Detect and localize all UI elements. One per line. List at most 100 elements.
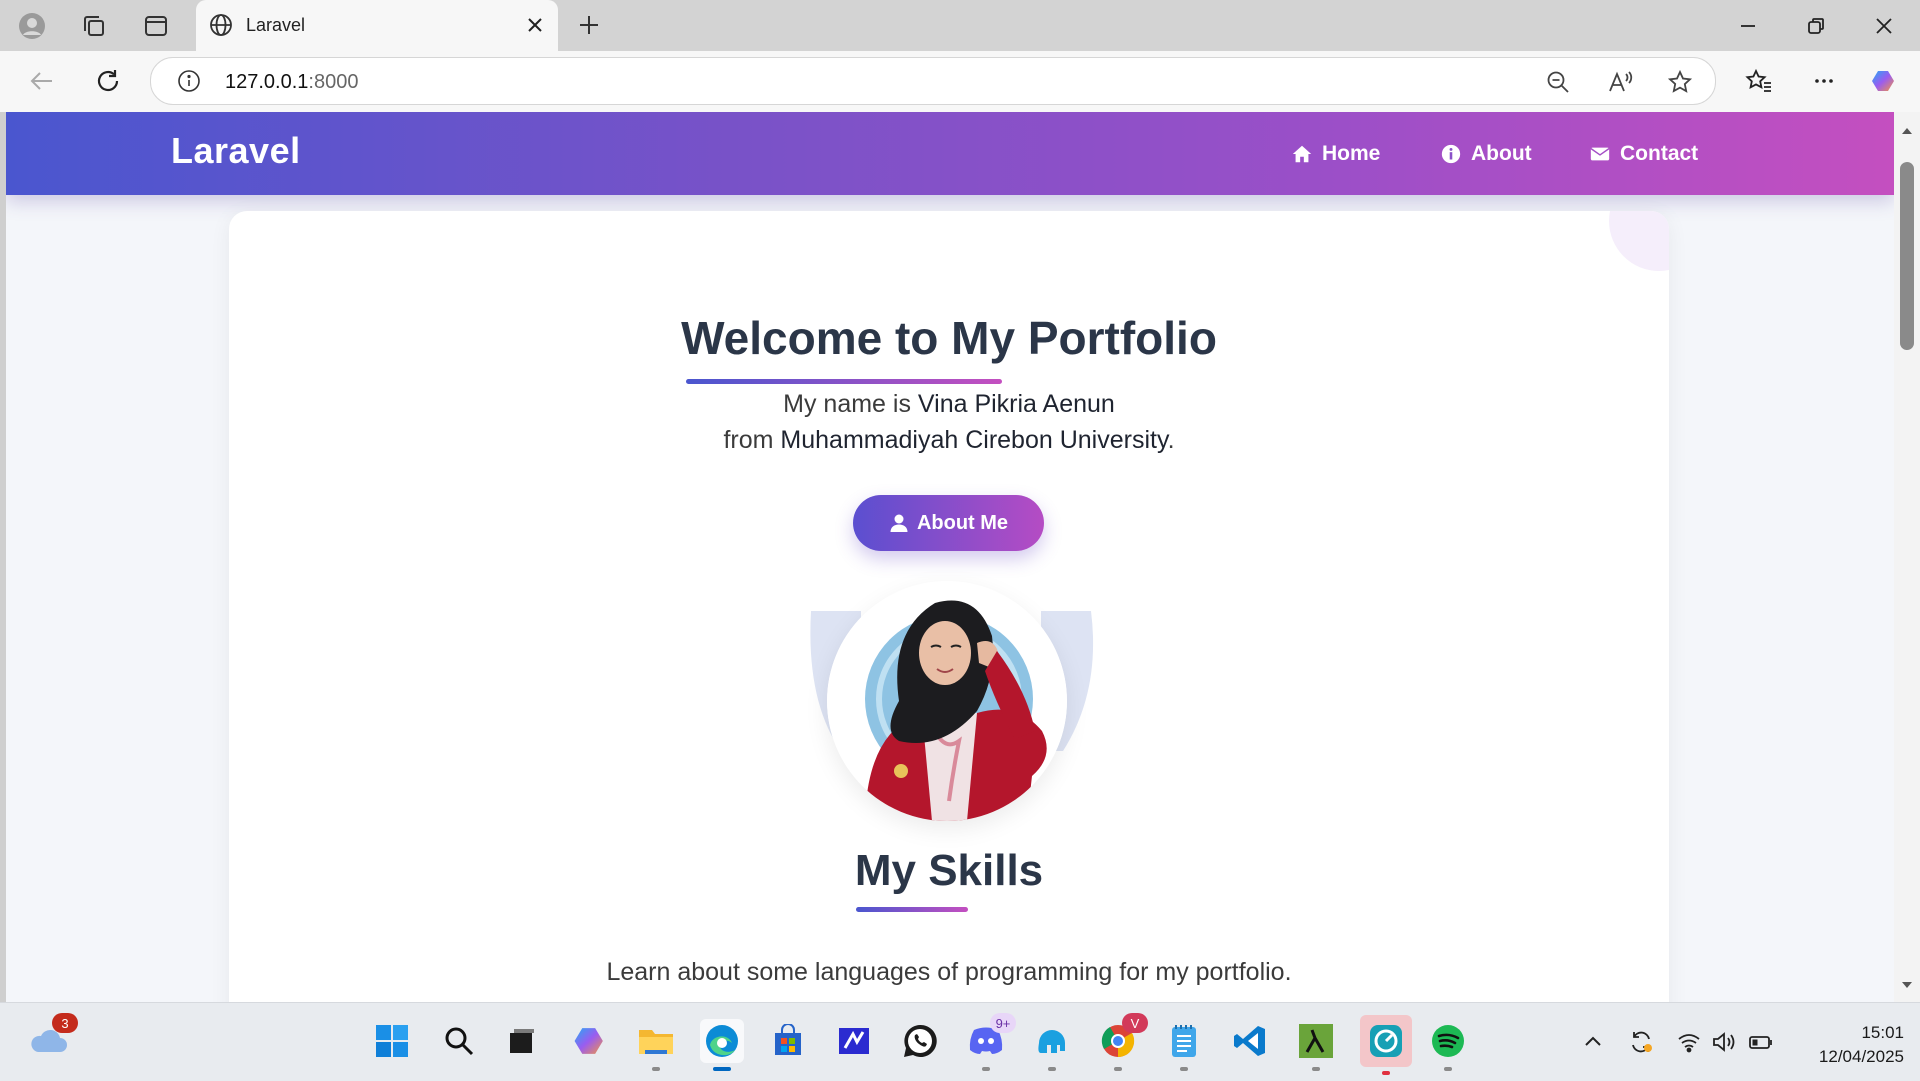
browser-toolbar: 127.0.0.1:8000 bbox=[0, 51, 1920, 112]
browser-tab[interactable]: Laravel bbox=[196, 0, 558, 51]
folder-icon bbox=[639, 1030, 673, 1054]
windows-taskbar: 3 9+ V 15:01 12/04/2025 bbox=[0, 1002, 1920, 1081]
scrollbar-thumb[interactable] bbox=[1900, 162, 1914, 350]
envelope-icon bbox=[1590, 147, 1610, 161]
read-aloud-icon[interactable] bbox=[1607, 69, 1633, 95]
skills-title: My Skills bbox=[854, 846, 1044, 895]
favorites-icon[interactable] bbox=[1745, 67, 1773, 95]
running-indicator bbox=[1312, 1067, 1320, 1071]
scroll-up-arrow-icon[interactable] bbox=[1900, 124, 1914, 138]
taskbar-file-explorer[interactable] bbox=[634, 1019, 678, 1071]
taskbar-store[interactable] bbox=[766, 1019, 810, 1063]
back-icon[interactable] bbox=[28, 67, 56, 95]
lambda-app-icon bbox=[1299, 1024, 1333, 1058]
url-text[interactable]: 127.0.0.1:8000 bbox=[225, 71, 358, 94]
page-scrollbar[interactable] bbox=[1894, 112, 1920, 1002]
taskbar-edge[interactable] bbox=[700, 1019, 744, 1071]
nav-home[interactable]: Home bbox=[1291, 140, 1380, 168]
taskbar-discord[interactable]: 9+ bbox=[964, 1013, 1016, 1071]
volume-icon[interactable] bbox=[1710, 1029, 1736, 1055]
search-icon bbox=[445, 1027, 474, 1056]
store-icon bbox=[775, 1024, 801, 1055]
active-indicator bbox=[1382, 1071, 1390, 1075]
about-me-button[interactable]: About Me bbox=[853, 495, 1044, 551]
discord-badge: 9+ bbox=[990, 1013, 1016, 1033]
taskbar-focused-app[interactable] bbox=[1360, 1015, 1412, 1075]
running-indicator bbox=[1444, 1067, 1452, 1071]
intro-prefix: My name is bbox=[783, 390, 918, 418]
taskbar-visual-studio[interactable] bbox=[832, 1019, 876, 1063]
about-me-label: About Me bbox=[916, 511, 1009, 534]
nav-contact-label: Contact bbox=[1620, 142, 1699, 165]
site-info-icon[interactable] bbox=[177, 69, 201, 93]
tab-title: Laravel bbox=[246, 15, 306, 35]
clock-time: 15:01 bbox=[1861, 1023, 1904, 1042]
vertical-tabs-icon[interactable] bbox=[142, 12, 170, 40]
taskbar-spotify[interactable] bbox=[1426, 1019, 1470, 1071]
taskbar-vscode[interactable] bbox=[1228, 1019, 1272, 1063]
nav-about-label: About bbox=[1471, 142, 1532, 165]
new-tab-icon[interactable] bbox=[576, 12, 602, 38]
running-indicator bbox=[1114, 1067, 1122, 1071]
site-navbar: Laravel Home About Contact bbox=[6, 112, 1894, 195]
reload-icon[interactable] bbox=[94, 67, 122, 95]
zoom-out-icon[interactable] bbox=[1545, 69, 1571, 95]
profile-icon[interactable] bbox=[18, 12, 46, 40]
battery-icon[interactable] bbox=[1748, 1029, 1774, 1055]
hero-intro: My name is Vina Pikria Aenun from Muhamm… bbox=[229, 386, 1669, 458]
skills-title-underline bbox=[856, 907, 968, 912]
site-brand[interactable]: Laravel bbox=[171, 130, 301, 172]
start-button[interactable] bbox=[370, 1019, 414, 1063]
sync-icon[interactable] bbox=[1628, 1029, 1654, 1055]
minimize-icon[interactable] bbox=[1736, 14, 1760, 38]
taskbar-lambda-app[interactable] bbox=[1294, 1019, 1338, 1071]
taskbar-copilot[interactable] bbox=[568, 1019, 612, 1063]
skills-description: Learn about some languages of programmin… bbox=[606, 958, 1292, 986]
portfolio-card: Welcome to My Portfolio My name is Vina … bbox=[229, 211, 1669, 1002]
browser-tab-strip: Laravel bbox=[0, 0, 1920, 51]
globe-icon bbox=[210, 14, 232, 36]
favorite-star-icon[interactable] bbox=[1667, 69, 1693, 95]
hero-title: Welcome to My Portfolio bbox=[681, 312, 1217, 364]
intro-from: from bbox=[723, 426, 781, 454]
page-viewport: Laravel Home About Contact Welcome to My… bbox=[6, 112, 1894, 1002]
running-indicator bbox=[1048, 1067, 1056, 1071]
taskbar-search[interactable] bbox=[437, 1019, 481, 1063]
task-view-button[interactable] bbox=[500, 1019, 544, 1063]
address-bar[interactable]: 127.0.0.1:8000 bbox=[150, 57, 1716, 105]
profile-photo bbox=[827, 581, 1067, 821]
taskbar-notepad[interactable] bbox=[1162, 1019, 1206, 1071]
notepad-icon bbox=[1172, 1025, 1196, 1057]
dial-app-icon bbox=[1370, 1025, 1402, 1057]
close-window-icon[interactable] bbox=[1872, 14, 1896, 38]
taskbar-chrome[interactable]: V bbox=[1096, 1013, 1148, 1071]
intro-period: . bbox=[1167, 426, 1175, 454]
taskbar-elephant-app[interactable] bbox=[1030, 1019, 1074, 1071]
chevron-up-icon[interactable] bbox=[1580, 1029, 1606, 1055]
collections-icon[interactable] bbox=[80, 12, 108, 40]
restore-icon[interactable] bbox=[1804, 14, 1828, 38]
more-options-icon[interactable] bbox=[1810, 67, 1838, 95]
decorative-circle bbox=[1609, 211, 1669, 271]
clock-date: 12/04/2025 bbox=[1818, 1047, 1904, 1066]
taskbar-whatsapp[interactable] bbox=[898, 1019, 942, 1063]
system-clock[interactable]: 15:01 12/04/2025 bbox=[1792, 1021, 1904, 1069]
copilot-icon[interactable] bbox=[1870, 67, 1898, 95]
spotify-icon bbox=[1432, 1025, 1464, 1057]
task-view-icon bbox=[510, 1029, 534, 1053]
windows-logo-icon bbox=[376, 1025, 408, 1057]
profile-photo-image bbox=[827, 581, 1067, 821]
weather-widget[interactable]: 3 bbox=[26, 1013, 78, 1063]
nav-contact[interactable]: Contact bbox=[1589, 140, 1698, 168]
copilot-app-icon bbox=[574, 1028, 603, 1054]
close-tab-icon[interactable] bbox=[524, 14, 546, 36]
nav-home-label: Home bbox=[1322, 142, 1381, 165]
wifi-icon[interactable] bbox=[1676, 1029, 1702, 1055]
vscode-icon bbox=[1234, 1026, 1265, 1056]
scroll-down-arrow-icon[interactable] bbox=[1900, 978, 1914, 992]
active-indicator bbox=[713, 1067, 731, 1071]
nav-about[interactable]: About bbox=[1440, 140, 1532, 168]
elephant-app-icon bbox=[1038, 1030, 1065, 1053]
edge-icon bbox=[706, 1025, 738, 1057]
person-name: Vina Pikria Aenun bbox=[917, 390, 1115, 418]
